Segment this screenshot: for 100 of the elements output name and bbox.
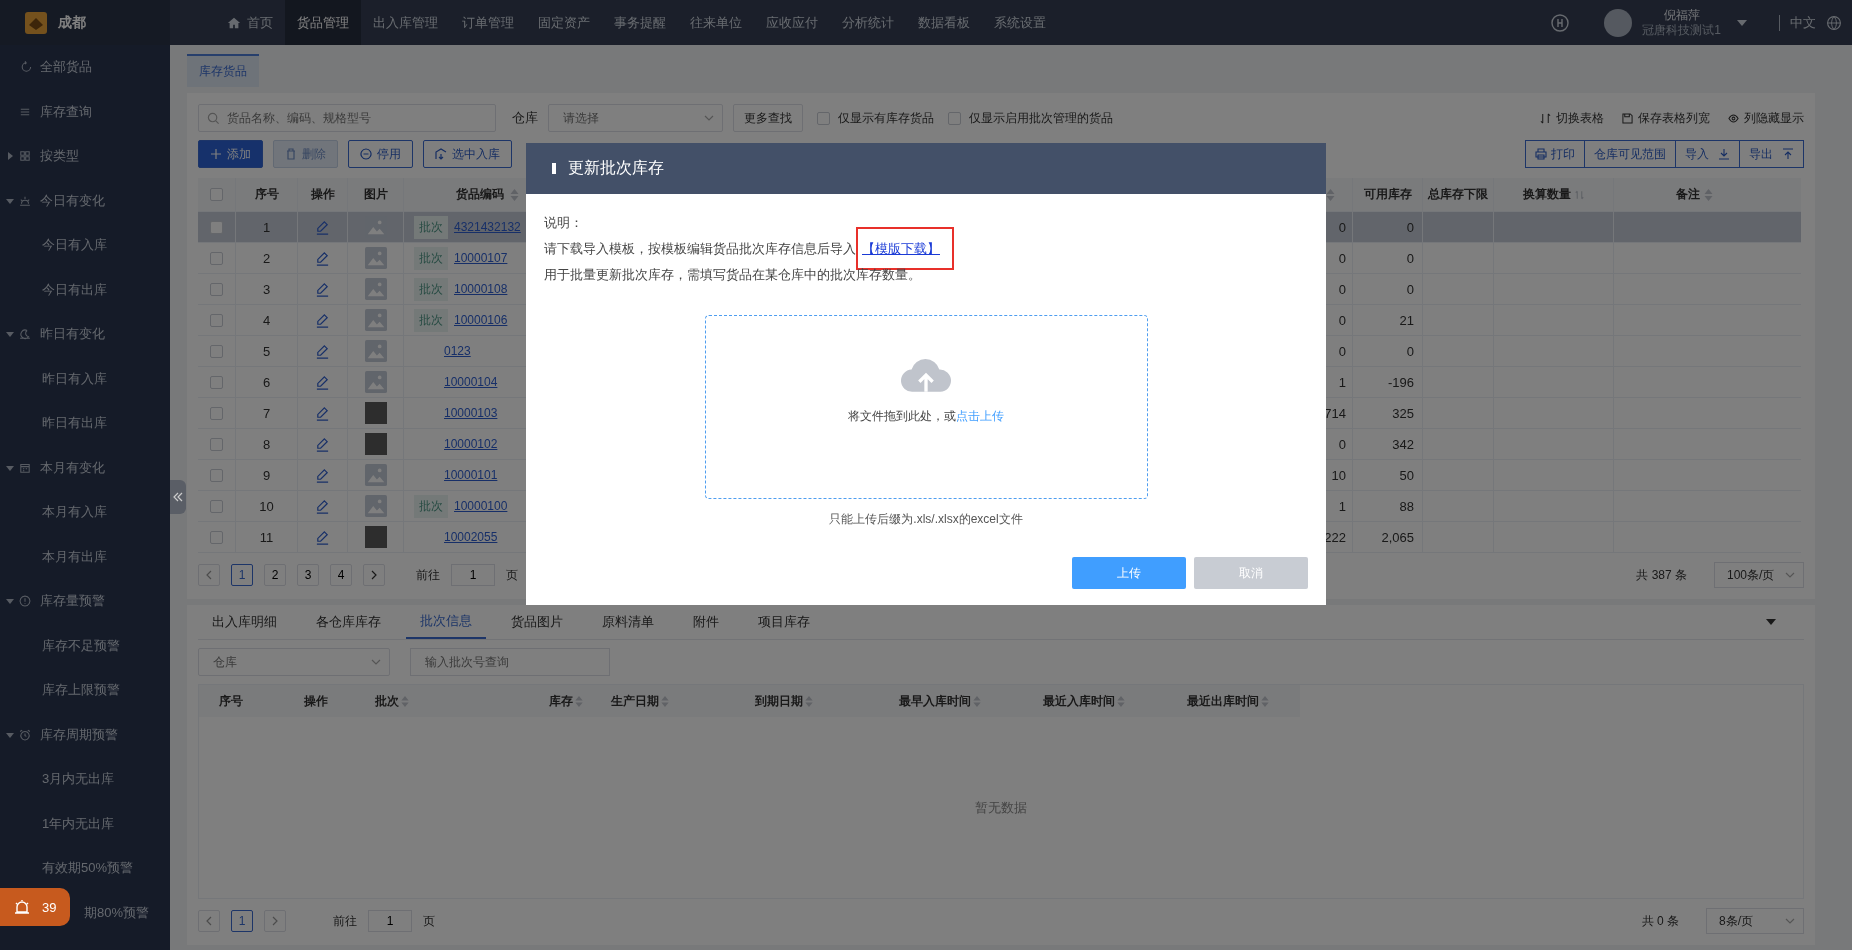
view-link[interactable]: 保存表格列宽 <box>1622 109 1710 127</box>
search-field[interactable]: 货品名称、编码、规格型号 <box>198 104 496 132</box>
sort-icon[interactable] <box>1261 695 1269 707</box>
checkbox[interactable] <box>210 406 223 420</box>
upload-dropzone[interactable]: 将文件拖到此处，或点击上传 <box>704 315 1148 499</box>
sidebar-collapse-handle[interactable] <box>170 480 186 514</box>
detail-tab[interactable]: 货品图片 <box>497 605 577 639</box>
nav-tab[interactable]: 系统设置 <box>982 0 1058 45</box>
sidebar-item[interactable]: 库存量预警 <box>0 579 170 624</box>
checkbox[interactable] <box>210 344 223 358</box>
checkbox[interactable] <box>210 437 223 451</box>
edit-icon[interactable] <box>315 374 330 390</box>
detail-tab[interactable]: 批次信息 <box>406 605 486 639</box>
previous-page-button[interactable] <box>198 910 220 932</box>
edit-icon[interactable] <box>315 343 330 359</box>
goods-code-link[interactable]: 10000104 <box>444 375 498 389</box>
warehouse-select[interactable]: 仓库 <box>198 648 390 676</box>
sidebar-item[interactable]: 今日有变化 <box>0 178 170 223</box>
goods-code-link[interactable]: 10000106 <box>454 313 508 327</box>
checkbox[interactable] <box>210 251 223 265</box>
edit-icon[interactable] <box>315 405 330 421</box>
nav-tab[interactable]: 首页 <box>215 0 285 45</box>
nav-tab[interactable]: 分析统计 <box>830 0 906 45</box>
goods-code-link[interactable]: 10000101 <box>444 468 498 482</box>
sort-icon[interactable] <box>1704 188 1713 201</box>
edit-icon[interactable] <box>315 219 330 235</box>
edit-icon[interactable] <box>315 281 330 297</box>
goods-code-link[interactable]: 10000108 <box>454 282 508 296</box>
nav-tab[interactable]: 应收应付 <box>754 0 830 45</box>
sort-icon[interactable] <box>1117 695 1125 707</box>
warehouse-select[interactable]: 请选择 <box>548 104 723 132</box>
nav-tab[interactable]: 数据看板 <box>906 0 982 45</box>
sidebar-item[interactable]: 全部货品 <box>0 45 170 90</box>
checkbox[interactable] <box>948 111 961 125</box>
goods-code-link[interactable]: 10000102 <box>444 437 498 451</box>
sidebar-item[interactable]: 库存周期预警 <box>0 712 170 757</box>
sidebar-subitem[interactable]: 本月有入库 <box>0 490 170 535</box>
nav-tab[interactable]: 订单管理 <box>450 0 526 45</box>
nav-tab[interactable]: 固定资产 <box>526 0 602 45</box>
sort-icon[interactable] <box>805 695 813 707</box>
detail-tab[interactable]: 出入库明细 <box>198 605 291 639</box>
edit-icon[interactable] <box>315 250 330 266</box>
sort-icon[interactable] <box>401 695 409 707</box>
checkbox[interactable] <box>210 530 223 544</box>
checkbox[interactable] <box>210 499 223 513</box>
edit-icon[interactable] <box>315 498 330 514</box>
checkbox[interactable] <box>210 313 223 327</box>
sidebar-item[interactable]: 昨日有变化 <box>0 312 170 357</box>
nav-tab[interactable]: 事务提醒 <box>602 0 678 45</box>
view-link[interactable]: 切换表格 <box>1540 109 1604 127</box>
goods-code-link[interactable]: 0123 <box>444 344 471 358</box>
detail-tab[interactable]: 原料清单 <box>588 605 668 639</box>
page-button[interactable]: 4 <box>330 564 352 586</box>
page-input[interactable]: 1 <box>368 910 412 932</box>
sidebar-subitem[interactable]: 本月有出库 <box>0 534 170 579</box>
toolbar-button[interactable]: 选中入库 <box>423 140 512 168</box>
checkbox[interactable] <box>210 188 223 201</box>
sidebar-subitem[interactable]: 今日有入库 <box>0 223 170 268</box>
sort-icon[interactable] <box>661 695 669 707</box>
more-search-button[interactable]: 更多查找 <box>733 104 803 132</box>
sort-icon[interactable] <box>973 695 981 707</box>
sort-icon[interactable] <box>575 695 583 707</box>
page-button[interactable]: 1 <box>231 910 253 932</box>
next-page-button[interactable] <box>264 910 286 932</box>
collapse-caret-icon[interactable] <box>1766 619 1776 625</box>
click-upload-link[interactable]: 点击上传 <box>956 409 1004 423</box>
language-menu[interactable]: 中文 <box>1790 13 1816 32</box>
goods-code-link[interactable]: 10000100 <box>454 499 508 513</box>
sidebar-subitem[interactable]: 1年内无出库 <box>0 801 170 846</box>
goods-code-link[interactable]: 4321432132 <box>454 220 521 234</box>
sidebar-subitem[interactable]: 昨日有出库 <box>0 401 170 446</box>
batch-search-field[interactable]: 输入批次号查询 <box>410 648 610 676</box>
upload-button[interactable]: 上传 <box>1072 557 1186 589</box>
sidebar-subitem[interactable]: 3月内无出库 <box>0 757 170 802</box>
page-button[interactable]: 2 <box>264 564 286 586</box>
checkbox[interactable] <box>210 282 223 296</box>
sidebar-subitem[interactable]: 昨日有入库 <box>0 356 170 401</box>
caret-down-icon[interactable] <box>1737 19 1747 26</box>
sidebar-item[interactable]: 按类型 <box>0 134 170 179</box>
checkbox[interactable] <box>817 111 830 125</box>
checkbox[interactable] <box>210 375 223 389</box>
sidebar-subitem[interactable]: 今日有出库 <box>0 267 170 312</box>
checkbox[interactable] <box>210 220 223 234</box>
page-tab[interactable]: 库存货品 <box>187 54 259 87</box>
sidebar-item[interactable]: 库存查询 <box>0 89 170 134</box>
sort-icon[interactable] <box>510 188 519 201</box>
goods-code-link[interactable]: 10000103 <box>444 406 498 420</box>
edit-icon[interactable] <box>315 529 330 545</box>
view-link[interactable]: 列隐藏显示 <box>1728 109 1804 127</box>
detail-tab[interactable]: 项目库存 <box>744 605 824 639</box>
nav-tab[interactable]: 货品管理 <box>285 0 361 45</box>
toolbar-button[interactable]: 停用 <box>348 140 413 168</box>
checkbox[interactable] <box>210 468 223 482</box>
page-input[interactable]: 1 <box>451 564 495 586</box>
sidebar-subitem[interactable]: 库存不足预警 <box>0 623 170 668</box>
edit-icon[interactable] <box>315 312 330 328</box>
nav-tab[interactable]: 出入库管理 <box>361 0 450 45</box>
alert-badge[interactable]: 39 <box>0 888 70 926</box>
goods-code-link[interactable]: 10000107 <box>454 251 508 265</box>
goods-code-link[interactable]: 10002055 <box>444 530 498 544</box>
